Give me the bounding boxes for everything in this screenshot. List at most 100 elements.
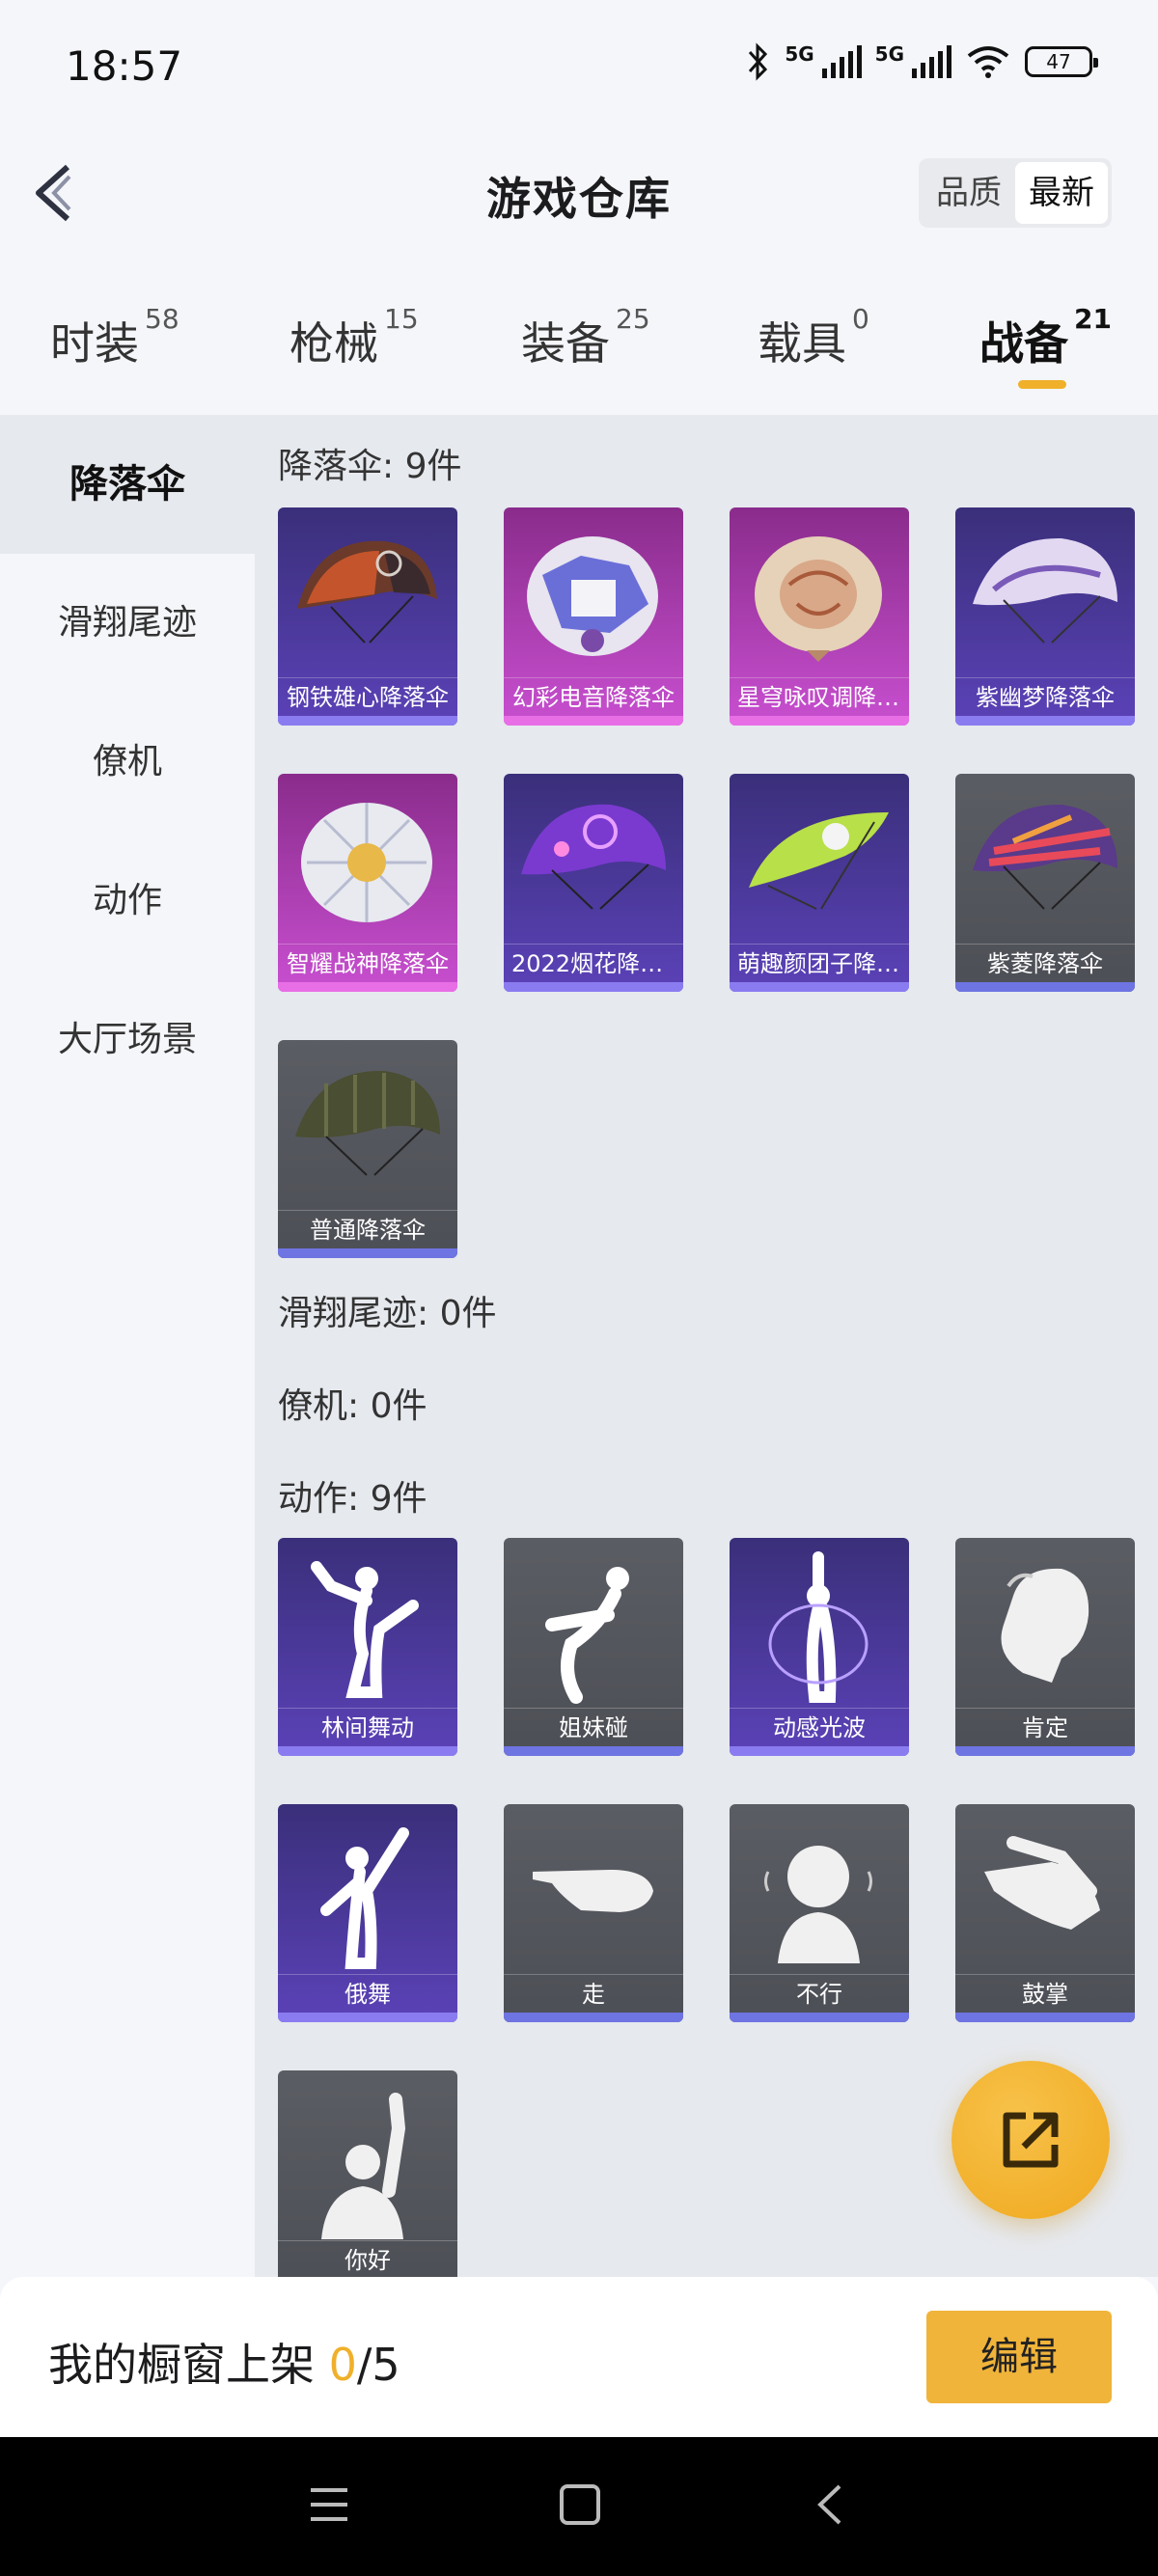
tab-gear[interactable]: 装备 25 bbox=[521, 303, 650, 372]
sidebar: 降落伞 滑翔尾迹 僚机 动作 大厅场景 bbox=[0, 415, 255, 2277]
quality-bar bbox=[278, 1746, 457, 1756]
item-card-parachute[interactable]: 紫幽梦降落伞 bbox=[955, 507, 1135, 726]
waving-icon bbox=[321, 2093, 406, 2239]
sidebar-item-lobby-scene[interactable]: 大厅场景 bbox=[0, 971, 255, 1110]
item-card-parachute[interactable]: 智耀战神降落伞 bbox=[278, 774, 457, 992]
item-name: 鼓掌 bbox=[955, 1974, 1135, 2013]
item-name: 动感光波 bbox=[730, 1708, 909, 1746]
quality-bar bbox=[504, 2013, 683, 2022]
hip-bump-icon bbox=[545, 1567, 629, 1704]
tab-guns[interactable]: 枪械 15 bbox=[290, 303, 419, 372]
quality-bar bbox=[730, 982, 909, 992]
item-name: 紫菱降落伞 bbox=[955, 944, 1135, 982]
item-card-action[interactable]: 动感光波 bbox=[730, 1538, 909, 1756]
tab-label: 枪械 bbox=[290, 317, 378, 370]
sort-quality-button[interactable]: 品质 bbox=[923, 162, 1015, 224]
nav-back-icon[interactable] bbox=[809, 2482, 853, 2527]
clapping-hands-icon bbox=[984, 1836, 1100, 1930]
tab-vehicles[interactable]: 载具 0 bbox=[758, 303, 869, 372]
tab-count: 58 bbox=[145, 303, 179, 335]
head-shake-icon bbox=[764, 1846, 872, 1963]
system-nav-bar bbox=[0, 2437, 1158, 2576]
section-title-parachute: 降落伞: 9件 bbox=[278, 447, 462, 486]
showcase-bar: 我的橱窗上架 0/5 编辑 bbox=[0, 2277, 1158, 2437]
parachute-icon bbox=[297, 540, 437, 644]
sidebar-item-glide-trail[interactable]: 滑翔尾迹 bbox=[0, 554, 255, 693]
edit-button[interactable]: 编辑 bbox=[926, 2311, 1112, 2403]
item-name: 走 bbox=[504, 1974, 683, 2013]
quality-bar bbox=[504, 1746, 683, 1756]
parachute-icon bbox=[527, 536, 658, 656]
item-name: 萌趣颜团子降落伞 bbox=[730, 944, 909, 982]
parachute-icon bbox=[749, 812, 889, 910]
parachute-icon bbox=[973, 537, 1117, 644]
quality-bar bbox=[955, 716, 1135, 726]
quality-bar bbox=[730, 2013, 909, 2022]
status-bar: 18:57 5G 5G 47 bbox=[0, 0, 1158, 135]
tab-count: 15 bbox=[384, 303, 419, 335]
wifi-icon bbox=[967, 46, 1009, 78]
head-nod-icon bbox=[1001, 1568, 1089, 1683]
quality-bar bbox=[504, 982, 683, 992]
item-card-action[interactable]: 你好 bbox=[278, 2070, 457, 2277]
item-card-parachute[interactable]: 普通降落伞 bbox=[278, 1040, 457, 1258]
tab-count: 25 bbox=[616, 303, 650, 335]
header: 游戏仓库 品质 最新 bbox=[0, 135, 1158, 251]
item-name: 2022烟花降落伞 bbox=[504, 944, 683, 982]
item-card-action[interactable]: 林间舞动 bbox=[278, 1538, 457, 1756]
item-card-action[interactable]: 肯定 bbox=[955, 1538, 1135, 1756]
status-time: 18:57 bbox=[66, 42, 183, 90]
tab-label: 战备 bbox=[979, 317, 1068, 370]
dancer-icon bbox=[320, 1827, 409, 1969]
item-card-parachute[interactable]: 星穹咏叹调降落伞 bbox=[730, 507, 909, 726]
item-card-action[interactable]: 不行 bbox=[730, 1804, 909, 2022]
item-name: 林间舞动 bbox=[278, 1708, 457, 1746]
quality-bar bbox=[278, 982, 457, 992]
sidebar-item-wingman[interactable]: 僚机 bbox=[0, 693, 255, 832]
item-card-parachute[interactable]: 2022烟花降落伞 bbox=[504, 774, 683, 992]
item-card-parachute[interactable]: 萌趣颜团子降落伞 bbox=[730, 774, 909, 992]
quality-bar bbox=[955, 2013, 1135, 2022]
network-label-1: 5G bbox=[785, 42, 814, 66]
item-name: 肯定 bbox=[955, 1708, 1135, 1746]
item-card-parachute[interactable]: 幻彩电音降落伞 bbox=[504, 507, 683, 726]
quality-bar bbox=[730, 1746, 909, 1756]
dancer-icon bbox=[768, 1551, 868, 1703]
screen: 18:57 5G 5G 47 游戏仓库 品质 最新 时装 58 枪械 15 装备 25… bbox=[0, 0, 1158, 2576]
item-name: 普通降落伞 bbox=[278, 1210, 457, 1248]
tab-label: 装备 bbox=[521, 317, 610, 370]
tab-fashion[interactable]: 时装 58 bbox=[50, 303, 179, 372]
network-label-2: 5G bbox=[874, 42, 904, 66]
item-name: 紫幽梦降落伞 bbox=[955, 677, 1135, 716]
parachute-icon bbox=[521, 804, 666, 910]
battery-icon: 47 bbox=[1025, 46, 1098, 77]
pointing-hand-icon bbox=[533, 1870, 653, 1912]
quality-bar bbox=[955, 982, 1135, 992]
share-button[interactable] bbox=[951, 2061, 1110, 2219]
item-card-action[interactable]: 鼓掌 bbox=[955, 1804, 1135, 2022]
item-name: 幻彩电音降落伞 bbox=[504, 677, 683, 716]
section-title-glide-trail: 滑翔尾迹: 0件 bbox=[278, 1294, 497, 1333]
parachute-icon bbox=[301, 803, 432, 922]
sidebar-item-parachute[interactable]: 降落伞 bbox=[0, 415, 255, 554]
menu-icon[interactable] bbox=[307, 2482, 351, 2527]
tab-label: 载具 bbox=[758, 317, 846, 370]
sidebar-item-action[interactable]: 动作 bbox=[0, 832, 255, 971]
item-card-parachute[interactable]: 紫菱降落伞 bbox=[955, 774, 1135, 992]
item-card-action[interactable]: 俄舞 bbox=[278, 1804, 457, 2022]
tab-count: 0 bbox=[852, 303, 869, 335]
showcase-text: 我的橱窗上架 bbox=[48, 2339, 329, 2391]
sort-latest-button[interactable]: 最新 bbox=[1015, 162, 1108, 224]
home-icon[interactable] bbox=[558, 2482, 602, 2527]
item-name: 俄舞 bbox=[278, 1974, 457, 2013]
quality-bar bbox=[278, 716, 457, 726]
quality-bar bbox=[278, 1248, 457, 1258]
signal-icon-1 bbox=[821, 45, 862, 78]
item-card-action[interactable]: 走 bbox=[504, 1804, 683, 2022]
section-title-action: 动作: 9件 bbox=[278, 1479, 427, 1519]
item-card-action[interactable]: 姐妹碰 bbox=[504, 1538, 683, 1756]
item-card-parachute[interactable]: 钢铁雄心降落伞 bbox=[278, 507, 457, 726]
showcase-label: 我的橱窗上架 0/5 bbox=[48, 2330, 400, 2394]
tab-combat-prep[interactable]: 战备 21 bbox=[979, 303, 1112, 372]
showcase-total: /5 bbox=[356, 2339, 400, 2391]
